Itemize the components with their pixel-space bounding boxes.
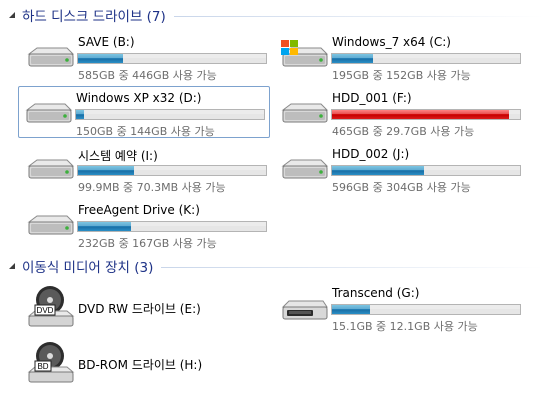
usage-bar [331,304,521,315]
hard-drive-icon [279,96,329,130]
drive-space-info: 15.1GB 중 12.1GB 사용 가능 [332,320,478,333]
drive-space-info: 195GB 중 152GB 사용 가능 [332,69,471,82]
drive-tile-hdd002[interactable]: HDD_002 (J:) 596GB 중 304GB 사용 가능 [274,142,526,194]
usage-bar [331,165,521,176]
collapse-arrow-icon[interactable] [6,260,18,272]
drive-name: 시스템 예약 (I:) [78,149,158,163]
usage-bar [77,221,267,232]
drive-tile-dvd[interactable]: DVD DVD RW 드라이브 (E:) [20,281,272,333]
drive-space-info: 465GB 중 29.7GB 사용 가능 [332,125,475,138]
drive-space-info: 99.9MB 중 70.3MB 사용 가능 [78,181,226,194]
group-header-removable[interactable]: 이동식 미디어 장치 (3) [6,257,543,276]
bd-drive-icon: BD [25,340,75,386]
drive-name: HDD_001 (F:) [332,91,412,105]
usb-drive-icon [279,291,329,325]
hard-drive-icon [25,208,75,242]
drive-space-info: 232GB 중 167GB 사용 가능 [78,237,217,250]
drive-space-info: 585GB 중 446GB 사용 가능 [78,69,217,82]
drive-name: DVD RW 드라이브 (E:) [78,302,201,316]
drive-tile-windows7[interactable]: Windows_7 x64 (C:) 195GB 중 152GB 사용 가능 [274,30,526,82]
hard-drive-icon [23,96,73,130]
group-divider [161,266,543,268]
group-title: 이동식 미디어 장치 (3) [22,260,154,276]
drive-name: FreeAgent Drive (K:) [78,203,200,217]
drive-tile-windowsxp[interactable]: Windows XP x32 (D:) 150GB 중 144GB 사용 가능 [18,86,270,138]
drive-tile-hdd001[interactable]: HDD_001 (F:) 465GB 중 29.7GB 사용 가능 [274,86,526,138]
usage-bar [331,109,521,120]
drive-name: Windows XP x32 (D:) [76,91,202,105]
drive-tile-freeagent[interactable]: FreeAgent Drive (K:) 232GB 중 167GB 사용 가능 [20,198,272,250]
drive-name: HDD_002 (J:) [332,147,410,161]
drive-tile-bd[interactable]: BD BD-ROM 드라이브 (H:) [20,337,272,389]
hard-drive-icon [279,152,329,186]
drive-tile-system-reserved[interactable]: 시스템 예약 (I:) 99.9MB 중 70.3MB 사용 가능 [20,142,272,194]
hard-drive-icon [25,152,75,186]
hard-drive-icon [25,40,75,74]
group-divider [173,15,543,17]
drive-name: SAVE (B:) [78,35,135,49]
usage-bar [77,165,267,176]
drive-name: Windows_7 x64 (C:) [332,35,451,49]
usage-bar [75,109,265,120]
dvd-drive-icon: DVD [25,284,75,330]
drive-space-info: 596GB 중 304GB 사용 가능 [332,181,471,194]
usage-bar [77,53,267,64]
collapse-arrow-icon[interactable] [6,9,18,21]
bd-badge: BD [37,362,48,371]
group-header-hard-drives[interactable]: 하드 디스크 드라이브 (7) [6,6,543,25]
drive-name: Transcend (G:) [332,286,420,300]
dvd-badge: DVD [37,306,54,315]
drive-space-info: 150GB 중 144GB 사용 가능 [76,125,215,138]
windows-drive-icon [279,40,329,74]
drive-tile-transcend[interactable]: Transcend (G:) 15.1GB 중 12.1GB 사용 가능 [274,281,526,333]
drive-tile-save[interactable]: SAVE (B:) 585GB 중 446GB 사용 가능 [20,30,272,82]
drive-name: BD-ROM 드라이브 (H:) [78,358,203,372]
usage-bar [331,53,521,64]
group-title: 하드 디스크 드라이브 (7) [22,9,166,25]
